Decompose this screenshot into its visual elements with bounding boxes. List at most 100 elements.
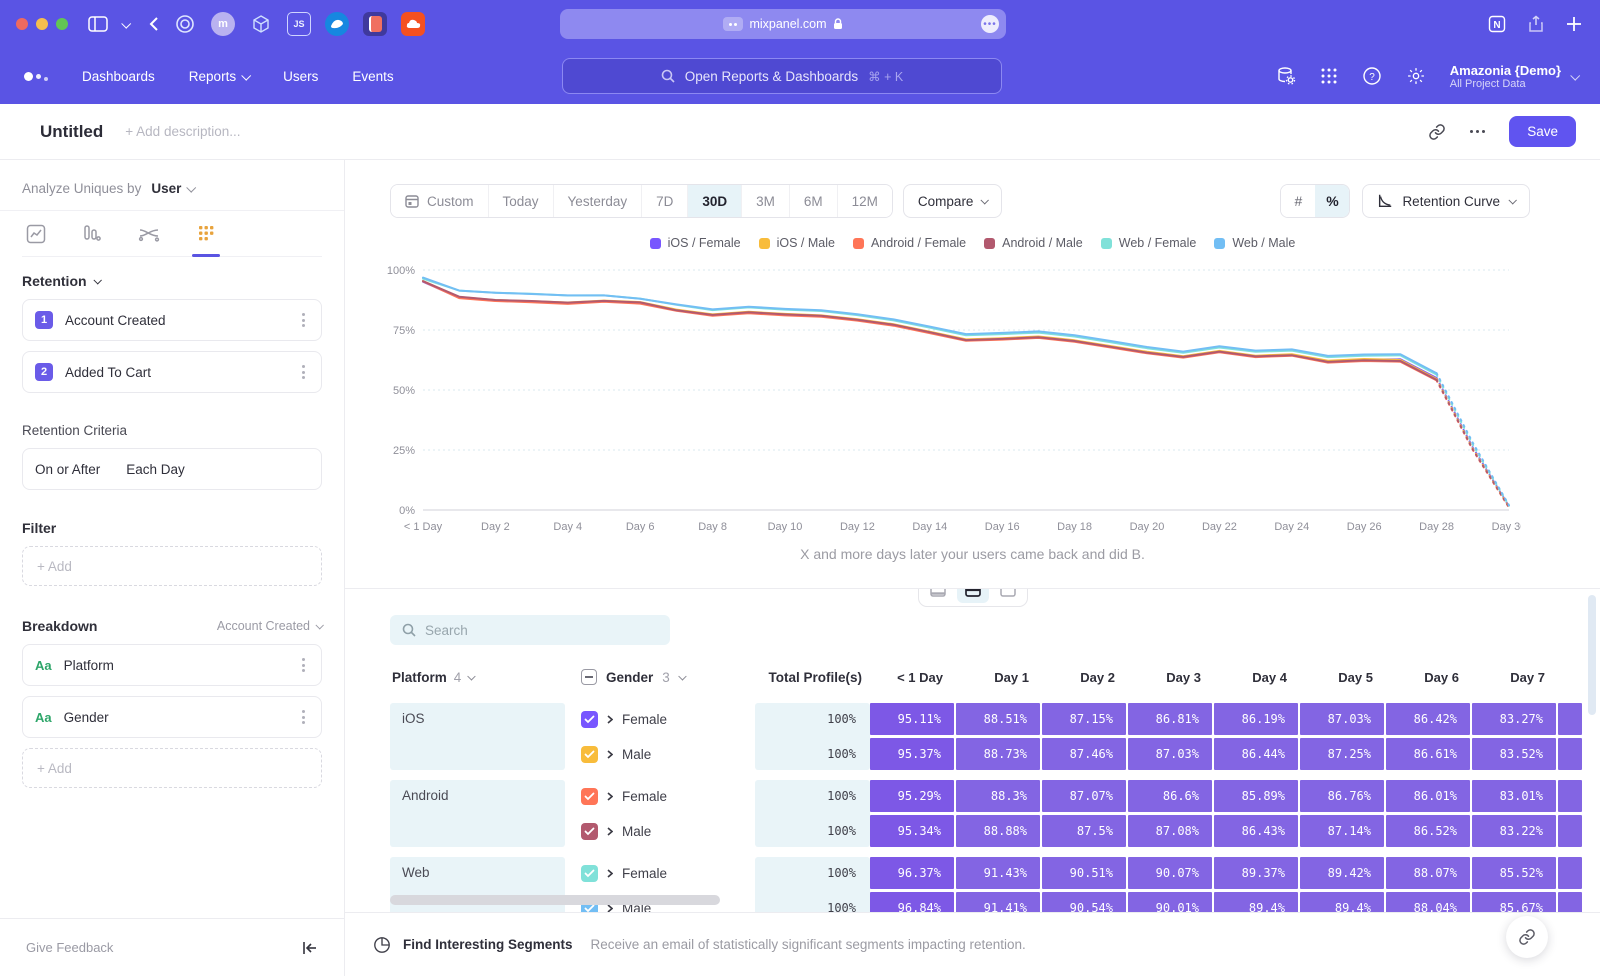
retention-cell[interactable]: 83.22%: [1472, 815, 1556, 847]
vertical-scrollbar[interactable]: [1588, 595, 1596, 715]
settings-gear-icon[interactable]: [1406, 66, 1426, 86]
retention-cell[interactable]: 88.88%: [956, 815, 1040, 847]
tab-funnels[interactable]: [82, 224, 102, 256]
series-line-web-male[interactable]: [423, 278, 1437, 374]
breakdown-gender[interactable]: AaGender: [22, 696, 322, 738]
expand-chevron-icon[interactable]: [607, 792, 613, 801]
help-icon[interactable]: ?: [1362, 66, 1382, 86]
retention-cell[interactable]: 87.5%: [1042, 815, 1126, 847]
chart-type-dropdown[interactable]: Retention Curve: [1362, 184, 1530, 218]
absolute-values-toggle[interactable]: #: [1281, 185, 1315, 217]
gender-cell-male[interactable]: Male: [575, 815, 755, 847]
mixpanel-logo[interactable]: [24, 72, 48, 81]
gender-cell-female[interactable]: Female: [575, 780, 755, 812]
report-title[interactable]: Untitled: [40, 122, 103, 142]
range-7d[interactable]: 7D: [641, 185, 687, 217]
browser-extension-cube-icon[interactable]: [249, 12, 273, 36]
floating-share-link-button[interactable]: [1506, 916, 1548, 958]
series-checkbox[interactable]: [581, 823, 598, 840]
sidebar-toggle-icon[interactable]: [88, 16, 108, 32]
retention-criteria-card[interactable]: On or After Each Day: [22, 448, 322, 490]
range-3m[interactable]: 3M: [741, 185, 789, 217]
gender-column-header[interactable]: Gender 3: [575, 669, 755, 685]
series-checkbox[interactable]: [581, 711, 598, 728]
retention-step-2[interactable]: 2Added To Cart: [22, 351, 322, 393]
expand-chevron-icon[interactable]: [607, 750, 613, 759]
retention-cell[interactable]: 91.41%: [956, 892, 1040, 912]
expand-chevron-icon[interactable]: [607, 869, 613, 878]
new-tab-icon[interactable]: [1566, 16, 1582, 32]
retention-cell[interactable]: 86.52%: [1386, 815, 1470, 847]
retention-cell[interactable]: 85.52%: [1472, 857, 1556, 889]
give-feedback-link[interactable]: Give Feedback: [26, 940, 113, 955]
breakdown-options-icon[interactable]: [298, 654, 309, 676]
browser-extension-mixpanel-icon[interactable]: [363, 12, 387, 36]
add-breakdown-button[interactable]: + Add: [22, 748, 322, 788]
retention-cell[interactable]: 95.29%: [870, 780, 954, 812]
browser-extension-js-icon[interactable]: JS: [287, 12, 311, 36]
retention-cell[interactable]: 88.07%: [1386, 857, 1470, 889]
table-search[interactable]: [390, 615, 670, 645]
retention-cell[interactable]: 86.44%: [1214, 738, 1298, 770]
nav-item-reports[interactable]: Reports: [189, 69, 249, 84]
minimize-window-button[interactable]: [36, 18, 48, 30]
compare-button[interactable]: Compare: [903, 184, 1003, 218]
series-line-web-female[interactable]: [1437, 375, 1509, 506]
add-filter-button[interactable]: + Add: [22, 546, 322, 586]
criteria-each-day[interactable]: Each Day: [126, 462, 185, 477]
nav-item-dashboards[interactable]: Dashboards: [82, 69, 155, 84]
retention-cell[interactable]: 87.25%: [1300, 738, 1384, 770]
retention-cell[interactable]: 89.37%: [1214, 857, 1298, 889]
layout-split-button[interactable]: [957, 588, 989, 603]
retention-cell[interactable]: 96.84%: [870, 892, 954, 912]
retention-cell[interactable]: 87.15%: [1042, 703, 1126, 735]
back-button[interactable]: [149, 16, 159, 32]
retention-cell[interactable]: 85.89%: [1214, 780, 1298, 812]
copy-link-icon[interactable]: [1428, 123, 1446, 141]
day-column-header[interactable]: Day 1: [956, 670, 1042, 685]
day-column-header[interactable]: Day 7: [1472, 670, 1558, 685]
retention-cell[interactable]: 87.07%: [1042, 780, 1126, 812]
retention-cell[interactable]: 86.76%: [1300, 780, 1384, 812]
gender-cell-female[interactable]: Female: [575, 857, 755, 889]
retention-cell[interactable]: 90.07%: [1128, 857, 1212, 889]
gender-cell-male[interactable]: Male: [575, 738, 755, 770]
retention-cell[interactable]: 90.51%: [1042, 857, 1126, 889]
retention-cell[interactable]: 87.03%: [1300, 703, 1384, 735]
select-all-checkbox[interactable]: [581, 669, 597, 685]
report-description-placeholder[interactable]: + Add description...: [125, 124, 240, 139]
more-options-icon[interactable]: [1470, 130, 1485, 133]
retention-cell[interactable]: 86.19%: [1214, 703, 1298, 735]
retention-cell[interactable]: 86.42%: [1386, 703, 1470, 735]
day-column-header[interactable]: Day 2: [1042, 670, 1128, 685]
nav-item-users[interactable]: Users: [283, 69, 318, 84]
step-options-icon[interactable]: [298, 361, 309, 383]
criteria-on-or-after[interactable]: On or After: [35, 462, 100, 477]
legend-item[interactable]: Web / Male: [1214, 236, 1295, 250]
series-checkbox[interactable]: [581, 746, 598, 763]
legend-item[interactable]: Web / Female: [1101, 236, 1197, 250]
range-custom[interactable]: Custom: [391, 185, 488, 217]
platform-cell[interactable]: Android: [390, 780, 565, 847]
data-management-icon[interactable]: [1276, 66, 1296, 86]
retention-cell[interactable]: 88.3%: [956, 780, 1040, 812]
retention-cell[interactable]: 95.11%: [870, 703, 954, 735]
account-switcher[interactable]: Amazonia {Demo} All Project Data: [1450, 63, 1578, 90]
retention-cell[interactable]: 83.52%: [1472, 738, 1556, 770]
day-column-header[interactable]: < 1 Day: [870, 670, 956, 685]
gender-cell-female[interactable]: Female: [575, 703, 755, 735]
series-checkbox[interactable]: [581, 865, 598, 882]
retention-cell[interactable]: 86.6%: [1128, 780, 1212, 812]
legend-item[interactable]: Android / Female: [853, 236, 966, 250]
retention-cell[interactable]: 89.42%: [1300, 857, 1384, 889]
collapse-sidebar-icon[interactable]: [302, 941, 318, 955]
retention-cell[interactable]: 86.61%: [1386, 738, 1470, 770]
retention-cell[interactable]: 90.54%: [1042, 892, 1126, 912]
retention-cell[interactable]: 88.73%: [956, 738, 1040, 770]
analyze-uniques-value[interactable]: User: [151, 181, 181, 196]
browser-extension-target-icon[interactable]: [173, 12, 197, 36]
retention-cell[interactable]: 86.43%: [1214, 815, 1298, 847]
browser-extension-cloud-icon[interactable]: [401, 12, 425, 36]
retention-cell[interactable]: 85.67%: [1472, 892, 1556, 912]
day-column-header[interactable]: Day 5: [1300, 670, 1386, 685]
